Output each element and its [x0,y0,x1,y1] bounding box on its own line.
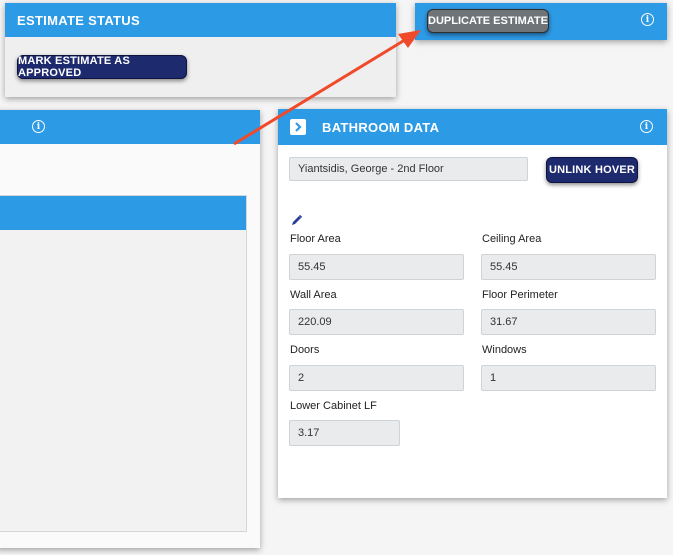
wall-area-field[interactable]: 220.09 [289,309,464,335]
windows-field[interactable]: 1 [481,365,656,391]
left-panel: i [0,110,260,548]
chevron-right-icon[interactable] [290,119,306,135]
estimate-status-panel: ESTIMATE STATUS MARK ESTIMATE AS APPROVE… [5,3,396,97]
estimate-status-header: ESTIMATE STATUS [5,3,396,37]
info-icon[interactable]: i [641,13,654,26]
floor-perimeter-label: Floor Perimeter [482,289,558,301]
bathroom-select[interactable]: Yiantsidis, George - 2nd Floor [289,157,528,181]
info-icon[interactable]: i [32,120,45,133]
unlink-hover-button[interactable]: UNLINK HOVER [546,157,638,183]
floor-area-label: Floor Area [290,233,341,245]
left-inner-box [0,195,247,532]
bathroom-data-title: BATHROOM DATA [322,120,440,135]
info-icon[interactable]: i [640,120,653,133]
lower-cabinet-lf-label: Lower Cabinet LF [290,400,377,412]
doors-field[interactable]: 2 [289,365,464,391]
floor-perimeter-field[interactable]: 31.67 [481,309,656,335]
duplicate-estimate-button[interactable]: DUPLICATE ESTIMATE [427,9,549,33]
ceiling-area-field[interactable]: 55.45 [481,254,656,280]
doors-label: Doors [290,344,320,356]
left-inner-header [0,196,246,230]
bathroom-data-panel: BATHROOM DATA i Yiantsidis, George - 2nd… [278,109,667,498]
ceiling-area-label: Ceiling Area [482,233,542,245]
lower-cabinet-lf-field[interactable]: 3.17 [289,420,400,446]
mark-approved-button[interactable]: MARK ESTIMATE AS APPROVED [17,55,187,79]
pencil-icon[interactable] [291,213,303,231]
wall-area-label: Wall Area [290,289,337,301]
estimate-status-title: ESTIMATE STATUS [17,12,140,28]
bathroom-data-header: BATHROOM DATA [278,109,667,145]
windows-label: Windows [482,344,527,356]
floor-area-field[interactable]: 55.45 [289,254,464,280]
duplicate-panel: DUPLICATE ESTIMATE i [415,3,667,40]
